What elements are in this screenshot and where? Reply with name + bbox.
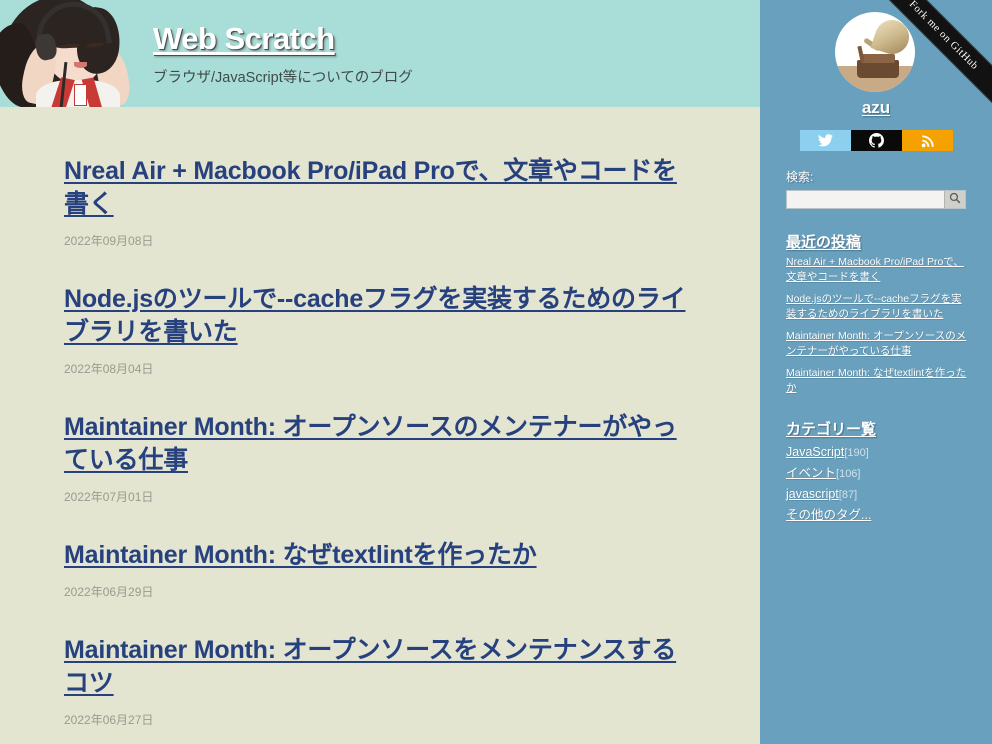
avatar-gramophone-horn bbox=[870, 15, 914, 59]
site-header: Web Scratch ブラウザ/JavaScript等についてのブログ bbox=[0, 0, 760, 107]
github-link[interactable] bbox=[851, 130, 902, 151]
site-title[interactable]: Web Scratch bbox=[153, 20, 335, 58]
post-title-link[interactable]: Maintainer Month: オープンソースのメンテナーがやっている仕事 bbox=[64, 413, 677, 474]
search-button[interactable] bbox=[944, 191, 965, 208]
category-link[interactable]: javascript bbox=[786, 487, 839, 501]
github-icon bbox=[869, 133, 884, 148]
search-input[interactable] bbox=[787, 191, 944, 208]
post-item: Maintainer Month: なぜtextlintを作ったか 2022年0… bbox=[64, 539, 700, 600]
category-link[interactable]: JavaScript bbox=[786, 445, 844, 459]
illustration-mouth bbox=[74, 62, 87, 68]
category-count: [190] bbox=[844, 447, 869, 459]
illustration-music-player bbox=[74, 84, 87, 106]
recent-post-link[interactable]: Maintainer Month: なぜtextlintを作ったか bbox=[786, 366, 968, 395]
categories-heading[interactable]: カテゴリー覧 bbox=[786, 418, 876, 439]
search-icon bbox=[949, 191, 961, 209]
category-link[interactable]: イベント bbox=[786, 466, 836, 480]
category-row: JavaScript[190] bbox=[786, 442, 976, 463]
categories-list: JavaScript[190] イベント[106] javascript[87]… bbox=[786, 442, 976, 526]
search-box bbox=[786, 190, 966, 209]
recent-post-link[interactable]: Node.jsのツールで--cacheフラグを実装するためのライブラリを書いた bbox=[786, 292, 968, 321]
header-illustration bbox=[0, 0, 132, 107]
post-date: 2022年06月29日 bbox=[64, 585, 154, 599]
post-title-link[interactable]: Maintainer Month: オープンソースをメンテナンスするコツ bbox=[64, 636, 676, 697]
post-title-link[interactable]: Maintainer Month: なぜtextlintを作ったか bbox=[64, 541, 537, 569]
rss-icon bbox=[921, 134, 935, 148]
recent-posts-list: Nreal Air + Macbook Pro/iPad Proで、文章やコード… bbox=[786, 255, 968, 403]
post-title-link[interactable]: Node.jsのツールで--cacheフラグを実装するためのライブラリを書いた bbox=[64, 285, 686, 346]
post-list: Nreal Air + Macbook Pro/iPad Proで、文章やコード… bbox=[0, 107, 760, 744]
twitter-icon bbox=[818, 134, 833, 147]
recent-post-link[interactable]: Nreal Air + Macbook Pro/iPad Proで、文章やコード… bbox=[786, 255, 968, 284]
twitter-link[interactable] bbox=[800, 130, 851, 151]
avatar[interactable] bbox=[835, 12, 915, 92]
gramophone-avatar-icon bbox=[835, 12, 915, 92]
blog-page: Web Scratch ブラウザ/JavaScript等についてのブログ Nre… bbox=[0, 0, 992, 744]
social-links bbox=[800, 130, 953, 151]
post-date: 2022年07月01日 bbox=[64, 490, 154, 504]
post-item: Maintainer Month: オープンソースのメンテナーがやっている仕事 … bbox=[64, 411, 700, 505]
post-title-link[interactable]: Nreal Air + Macbook Pro/iPad Proで、文章やコード… bbox=[64, 157, 677, 218]
post-date: 2022年06月27日 bbox=[64, 713, 154, 727]
more-tags-link[interactable]: その他のタグ... bbox=[786, 508, 871, 522]
category-count: [106] bbox=[836, 468, 861, 480]
post-item: Node.jsのツールで--cacheフラグを実装するためのライブラリを書いた … bbox=[64, 283, 700, 377]
avatar-name-link[interactable]: azu bbox=[760, 98, 992, 118]
avatar-gramophone-plate bbox=[861, 54, 895, 63]
post-item: Nreal Air + Macbook Pro/iPad Proで、文章やコード… bbox=[64, 155, 700, 249]
post-item: Maintainer Month: オープンソースをメンテナンスするコツ 202… bbox=[64, 634, 700, 728]
site-subtitle: ブラウザ/JavaScript等についてのブログ bbox=[153, 70, 413, 86]
category-count: [87] bbox=[838, 489, 858, 501]
post-date: 2022年08月04日 bbox=[64, 362, 154, 376]
post-date: 2022年09月08日 bbox=[64, 234, 154, 248]
search-label: 検索: bbox=[786, 170, 814, 184]
recent-post-link[interactable]: Maintainer Month: オープンソースのメンテナーがやっている仕事 bbox=[786, 329, 968, 358]
header-text-block: Web Scratch ブラウザ/JavaScript等についてのブログ bbox=[153, 20, 413, 88]
recent-posts-heading[interactable]: 最近の投稿 bbox=[786, 231, 861, 252]
category-row: javascript[87] bbox=[786, 484, 976, 505]
category-row: その他のタグ... bbox=[786, 505, 976, 526]
category-row: イベント[106] bbox=[786, 463, 976, 484]
rss-link[interactable] bbox=[902, 130, 953, 151]
